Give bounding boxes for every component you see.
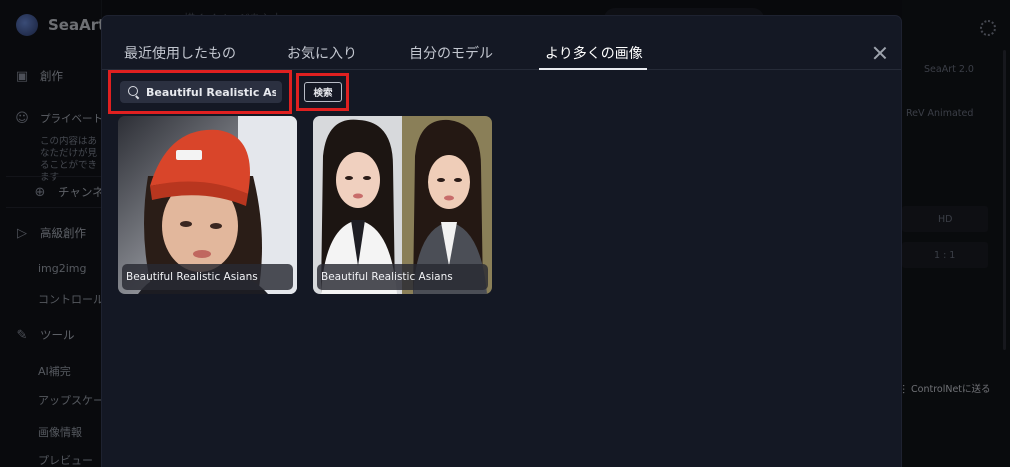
tab-favorites[interactable]: お気に入り	[287, 43, 357, 63]
tab-bar: 最近使用したもの お気に入り 自分のモデル より多くの画像	[102, 16, 901, 70]
search-icon	[128, 86, 140, 98]
result-title: Beautiful Realistic Asians	[317, 264, 488, 290]
tab-more-images[interactable]: より多くの画像	[545, 43, 643, 63]
result-card[interactable]: Beautiful Realistic Asians	[118, 116, 297, 294]
model-picker-modal: 最近使用したもの お気に入り 自分のモデル より多くの画像 検索	[102, 16, 901, 467]
search-highlight	[108, 70, 292, 114]
close-icon[interactable]	[873, 46, 887, 60]
tab-recent[interactable]: 最近使用したもの	[124, 43, 236, 63]
search-button-highlight: 検索	[296, 73, 349, 111]
tab-my-models[interactable]: 自分のモデル	[409, 43, 493, 63]
result-card[interactable]: Beautiful Realistic Asians	[313, 116, 492, 294]
search-input[interactable]	[146, 85, 276, 99]
search-button[interactable]: 検索	[304, 82, 342, 102]
search-field[interactable]	[120, 81, 282, 103]
active-tab-indicator	[539, 68, 647, 70]
result-title: Beautiful Realistic Asians	[122, 264, 293, 290]
